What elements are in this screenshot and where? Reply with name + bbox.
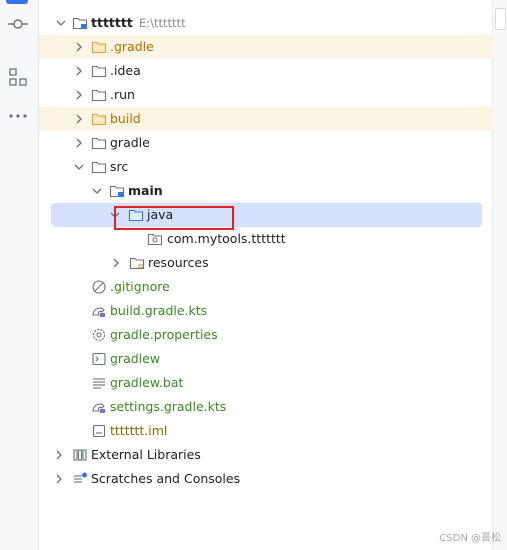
tree-item-label: build — [110, 111, 141, 126]
active-tool-indicator — [6, 0, 28, 4]
tree-item-label: Scratches and Consoles — [91, 471, 241, 486]
project-name: ttttttt — [91, 15, 133, 30]
module-folder-icon — [72, 17, 88, 30]
tree-item-label: main — [128, 183, 163, 198]
chevron-down-icon[interactable] — [55, 17, 67, 29]
project-path: E:\ttttttt — [139, 16, 186, 30]
tree-row-dot-idea[interactable]: .idea — [39, 59, 493, 83]
tree-row-build-gradle-kts[interactable]: build.gradle.kts — [39, 299, 493, 323]
chevron-right-icon[interactable] — [110, 257, 122, 269]
chevron-right-icon[interactable] — [73, 65, 85, 77]
tree-item-label: .gradle — [110, 39, 154, 54]
gradle-file-icon — [92, 403, 105, 413]
tree-item-label: External Libraries — [91, 447, 201, 462]
gear-icon — [92, 328, 106, 342]
module-file-icon — [92, 424, 106, 438]
tree-row-gitignore[interactable]: .gitignore — [39, 275, 493, 299]
tree-item-label: gradle — [110, 135, 150, 150]
chevron-right-icon[interactable] — [53, 449, 65, 461]
chevron-down-icon[interactable] — [91, 185, 103, 197]
tree-item-label: .run — [110, 87, 135, 102]
tree-row-external-libraries[interactable]: External Libraries — [39, 443, 493, 467]
gradle-file-icon — [92, 307, 105, 317]
tree-item-label: com.mytools.ttttttt — [167, 231, 286, 246]
folder-icon — [91, 137, 107, 150]
tree-row-project-root[interactable]: ttttttt E:\ttttttt — [39, 11, 493, 35]
tree-row-settings-gradle-kts[interactable]: settings.gradle.kts — [39, 395, 493, 419]
tree-row-gradlew-bat[interactable]: gradlew.bat — [39, 371, 493, 395]
tree-row-package[interactable]: com.mytools.ttttttt — [39, 227, 493, 251]
tree-row-src[interactable]: src — [39, 155, 493, 179]
right-scroll-strip — [492, 0, 507, 550]
tree-row-resources[interactable]: resources — [39, 251, 493, 275]
tree-item-label: resources — [148, 255, 209, 270]
tree-item-label: ttttttt.iml — [110, 423, 168, 438]
tree-item-label: build.gradle.kts — [110, 303, 208, 318]
structure-icon[interactable] — [7, 66, 29, 88]
excluded-folder-icon — [91, 113, 107, 126]
tree-row-java[interactable]: java — [51, 203, 482, 227]
package-icon — [147, 233, 163, 246]
ignore-file-icon — [92, 280, 106, 294]
tree-row-build[interactable]: build — [39, 107, 493, 131]
project-tree: ttttttt E:\ttttttt .gradle .idea .run bu… — [39, 11, 493, 491]
terminal-file-icon — [92, 352, 106, 366]
tree-row-iml[interactable]: ttttttt.iml — [39, 419, 493, 443]
tree-item-label: java — [147, 207, 174, 222]
tree-row-main[interactable]: main — [39, 179, 493, 203]
tree-row-dot-gradle[interactable]: .gradle — [39, 35, 493, 59]
tree-item-label: .gitignore — [110, 279, 170, 294]
watermark: CSDN @晋松 — [439, 533, 501, 544]
source-folder-icon — [128, 209, 144, 222]
tree-row-gradle[interactable]: gradle — [39, 131, 493, 155]
folder-icon — [91, 161, 107, 174]
resources-folder-icon — [129, 257, 145, 270]
chevron-right-icon[interactable] — [53, 473, 65, 485]
tree-item-label: .idea — [110, 63, 141, 78]
library-icon — [73, 449, 87, 461]
folder-icon — [91, 65, 107, 78]
tree-item-label: gradle.properties — [110, 327, 218, 342]
left-tool-strip — [0, 0, 39, 550]
chevron-right-icon[interactable] — [73, 41, 85, 53]
tree-item-label: gradlew — [110, 351, 161, 366]
tree-row-scratches[interactable]: Scratches and Consoles — [39, 467, 493, 491]
excluded-folder-icon — [91, 41, 107, 54]
chevron-right-icon[interactable] — [73, 89, 85, 101]
chevron-right-icon[interactable] — [73, 113, 85, 125]
module-folder-icon — [109, 185, 125, 198]
scrollbar-thumb[interactable] — [495, 8, 506, 30]
chevron-down-icon[interactable] — [73, 161, 85, 173]
tree-item-label: settings.gradle.kts — [110, 399, 227, 414]
scratches-icon — [74, 472, 87, 483]
tree-item-label: gradlew.bat — [110, 375, 184, 390]
chevron-right-icon[interactable] — [73, 137, 85, 149]
tree-row-gradlew[interactable]: gradlew — [39, 347, 493, 371]
more-tools-icon[interactable] — [7, 105, 29, 127]
commit-icon[interactable] — [7, 13, 29, 35]
tree-row-gradle-properties[interactable]: gradle.properties — [39, 323, 493, 347]
folder-icon — [91, 89, 107, 102]
chevron-down-icon[interactable] — [109, 209, 121, 221]
tree-row-dot-run[interactable]: .run — [39, 83, 493, 107]
text-file-icon — [93, 378, 105, 389]
tree-item-label: src — [110, 159, 129, 174]
